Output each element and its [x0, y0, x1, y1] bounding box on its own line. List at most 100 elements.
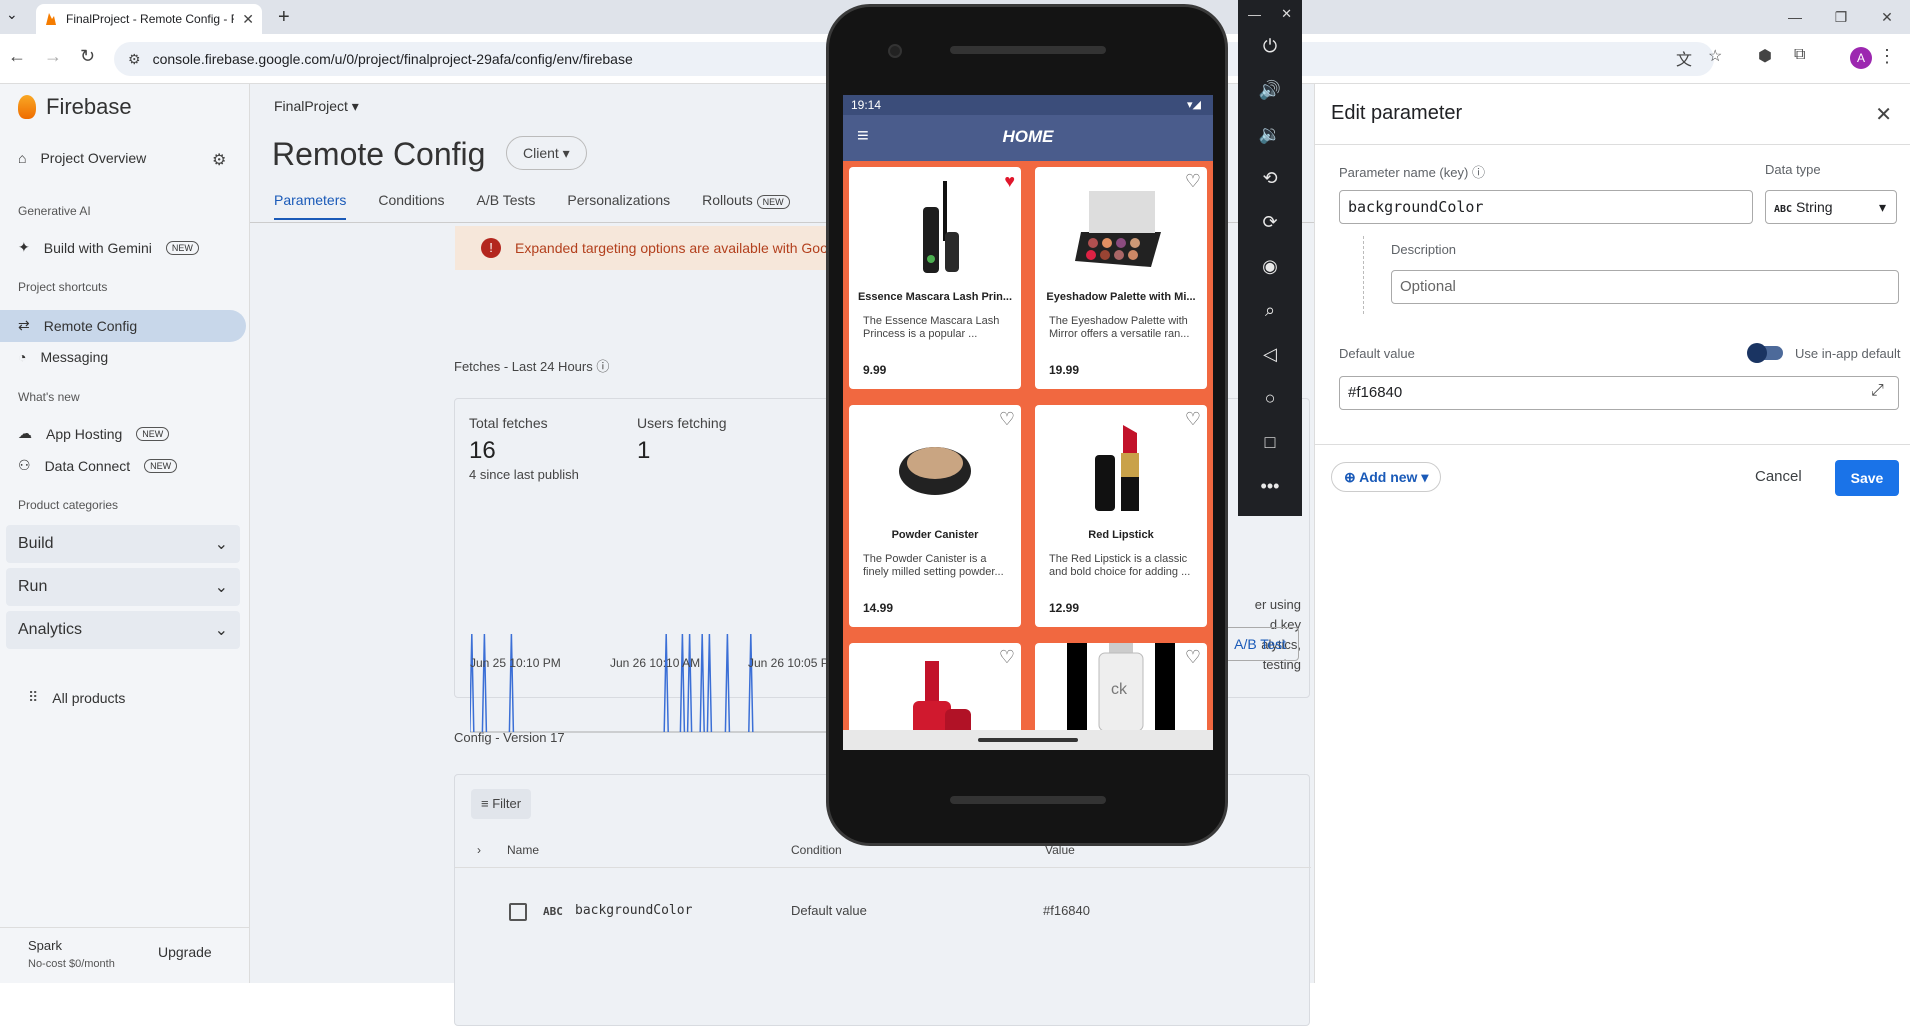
plan-subtitle: No-cost $0/month — [28, 958, 115, 970]
sidebar: Firebase ⌂ Project Overview ⚙ Generative… — [0, 84, 250, 983]
param-name[interactable]: backgroundColor — [575, 903, 692, 918]
app-bar: ≡ HOME — [843, 115, 1213, 161]
banner-text: Expanded targeting options are available… — [515, 240, 828, 256]
overview-square-icon[interactable]: □ — [1238, 432, 1302, 453]
sidebar-item-remote-config[interactable]: ⇄ Remote Config — [18, 317, 137, 334]
home-icon: ⌂ — [18, 150, 27, 166]
category-run[interactable]: Run ⌄ — [6, 568, 240, 606]
profile-avatar[interactable]: A — [1850, 47, 1872, 69]
extensions-puzzle-icon[interactable]: ⧉ — [1794, 46, 1805, 64]
site-info-icon[interactable]: ⚙ — [128, 51, 141, 68]
more-options-icon[interactable]: ••• — [1238, 476, 1302, 497]
tab-search-icon[interactable]: ⌄ — [6, 6, 18, 23]
favorite-heart-icon[interactable]: ♡ — [1185, 647, 1201, 668]
mascara-image — [923, 181, 959, 273]
browser-menu-icon[interactable]: ⋮ — [1878, 46, 1896, 67]
sidebar-item-label: App Hosting — [46, 425, 123, 442]
favorite-heart-icon[interactable]: ♡ — [1185, 171, 1201, 192]
sidebar-item-data-connect[interactable]: ⚇ Data Connect NEW — [18, 457, 178, 474]
data-type-select[interactable]: ABC String ▾ — [1765, 190, 1897, 224]
home-gesture-pill[interactable] — [978, 738, 1078, 742]
product-card[interactable]: ♡ Red Lipstick The Red Lipstick is a cla… — [1035, 405, 1207, 627]
help-icon[interactable]: ⓘ — [1472, 165, 1485, 180]
sparkle-icon: ✦ — [18, 239, 30, 255]
favorite-heart-icon[interactable]: ♡ — [999, 647, 1015, 668]
filter-button[interactable]: ≡ Filter — [471, 789, 532, 819]
home-circle-icon[interactable]: ○ — [1238, 388, 1302, 409]
zoom-icon[interactable]: ⌕ — [1238, 300, 1302, 321]
favorite-heart-icon[interactable]: ♥ — [1004, 171, 1015, 192]
camera-screenshot-icon[interactable]: ◉ — [1238, 256, 1302, 277]
cancel-button[interactable]: Cancel — [1755, 468, 1802, 485]
favorite-heart-icon[interactable]: ♡ — [999, 409, 1015, 430]
close-tab-icon[interactable]: ✕ — [242, 11, 254, 28]
volume-up-icon[interactable]: 🔊 — [1238, 80, 1302, 101]
description-input[interactable]: Optional — [1391, 270, 1899, 304]
phone-screen: 19:14 ▾◢ ≡ HOME ♥ Essence Mascara Lash P… — [843, 95, 1213, 750]
translate-icon[interactable]: 文 — [1676, 46, 1692, 70]
add-new-button[interactable]: ⊕ Add new ▾ — [1331, 462, 1442, 492]
product-card[interactable]: ♡ Eyeshadow Palette with Mi... The Eyesh… — [1035, 167, 1207, 389]
expand-all-icon[interactable]: › — [477, 843, 481, 857]
sidebar-item-label: Project Overview — [40, 150, 147, 166]
upgrade-link[interactable]: Upgrade — [158, 944, 212, 960]
firebase-logo[interactable]: Firebase — [18, 94, 132, 120]
sidebar-item-all-products[interactable]: ⠿ All products — [28, 689, 125, 706]
section-generative-ai: Generative AI — [18, 204, 91, 218]
param-name-input[interactable]: backgroundColor — [1339, 190, 1753, 224]
new-tab-icon[interactable]: + — [278, 6, 290, 29]
category-label: Run — [18, 578, 48, 595]
close-icon[interactable]: ✕ — [1875, 102, 1892, 127]
emulator-minimize-icon[interactable]: — — [1248, 7, 1261, 22]
close-window-icon[interactable]: ✕ — [1864, 0, 1910, 34]
sidebar-item-messaging[interactable]: ◔ Messaging — [18, 349, 108, 365]
rotate-left-icon[interactable]: ⟲ — [1238, 168, 1302, 189]
power-icon[interactable]: ⏻ — [1238, 36, 1302, 57]
expand-editor-icon[interactable]: ⤢ — [1871, 382, 1884, 400]
sidebar-item-build-gemini[interactable]: ✦ Build with Gemini NEW — [18, 239, 199, 256]
restore-icon[interactable]: ❐ — [1818, 0, 1864, 34]
emulator-controls: — ✕ ⏻ 🔊 🔉 ⟲ ⟳ ◉ ⌕ ◁ ○ □ ••• — [1238, 0, 1302, 516]
product-price: 19.99 — [1049, 363, 1080, 377]
extension-icon[interactable]: ⬢ — [1758, 46, 1772, 66]
category-analytics[interactable]: Analytics ⌄ — [6, 611, 240, 649]
help-icon[interactable]: ⓘ — [596, 359, 609, 374]
row-checkbox[interactable] — [509, 903, 527, 921]
project-selector[interactable]: FinalProject ▾ — [274, 98, 359, 115]
forward-icon[interactable]: → — [44, 46, 62, 67]
save-button[interactable]: Save — [1835, 460, 1899, 496]
sidebar-item-label: Messaging — [40, 349, 109, 365]
category-build[interactable]: Build ⌄ — [6, 525, 240, 563]
volume-down-icon[interactable]: 🔉 — [1238, 124, 1302, 145]
tab-conditions[interactable]: Conditions — [378, 192, 444, 220]
reload-icon[interactable]: ↻ — [80, 46, 95, 67]
use-inapp-default-toggle[interactable] — [1747, 343, 1783, 363]
favorite-heart-icon[interactable]: ♡ — [1185, 409, 1201, 430]
product-card[interactable]: ♡ Powder Canister The Powder Canister is… — [849, 405, 1021, 627]
back-icon[interactable]: ← — [8, 46, 26, 67]
error-icon: ! — [481, 238, 501, 258]
client-dropdown[interactable]: Client ▾ — [506, 136, 587, 170]
product-price: 12.99 — [1049, 601, 1080, 615]
speaker-grille — [950, 46, 1106, 54]
default-value-input[interactable]: #f16840 — [1339, 376, 1899, 410]
chevron-down-icon: ⌄ — [214, 579, 228, 596]
camera-icon — [888, 44, 902, 58]
bookmark-star-icon[interactable]: ☆ — [1708, 46, 1722, 66]
settings-gear-icon[interactable]: ⚙ — [212, 150, 226, 170]
targeting-banner: ! Expanded targeting options are availab… — [455, 226, 835, 270]
sidebar-item-label: All products — [52, 689, 126, 706]
emulator-close-icon[interactable]: ✕ — [1281, 6, 1292, 22]
sidebar-item-overview[interactable]: ⌂ Project Overview — [18, 150, 146, 166]
tab-parameters[interactable]: Parameters — [274, 192, 347, 220]
rotate-right-icon[interactable]: ⟳ — [1238, 212, 1302, 233]
tab-ab-tests[interactable]: A/B Tests — [477, 192, 536, 220]
product-card[interactable]: ♥ Essence Mascara Lash Prin... The Essen… — [849, 167, 1021, 389]
tab-rollouts[interactable]: Rollouts NEW — [702, 192, 790, 220]
browser-tab[interactable]: FinalProject - Remote Config - F ✕ — [36, 4, 262, 34]
tab-personalizations[interactable]: Personalizations — [567, 192, 670, 220]
back-triangle-icon[interactable]: ◁ — [1238, 344, 1302, 365]
minimize-icon[interactable]: — — [1772, 0, 1818, 34]
sidebar-item-app-hosting[interactable]: ☁ App Hosting NEW — [18, 425, 170, 442]
firebase-flame-icon — [18, 95, 36, 119]
